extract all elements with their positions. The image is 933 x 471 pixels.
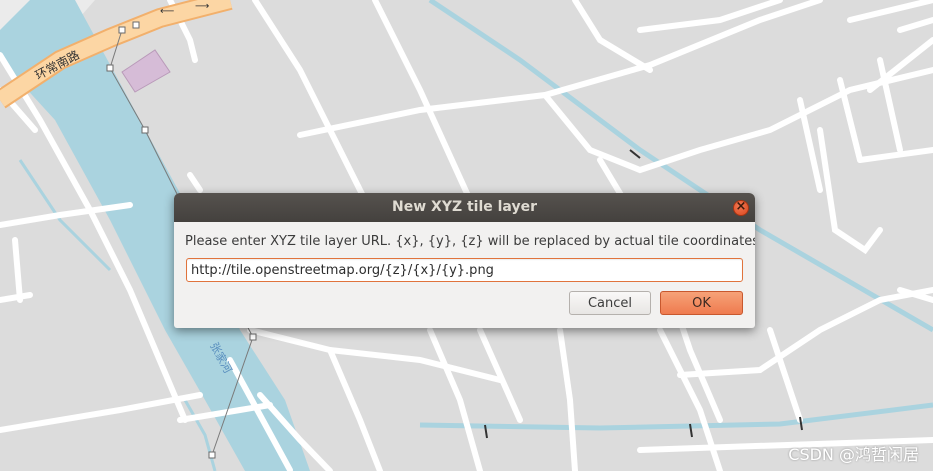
- ok-button[interactable]: OK: [660, 291, 743, 315]
- url-input[interactable]: [186, 258, 743, 282]
- close-icon[interactable]: ×: [733, 199, 749, 216]
- dialog-prompt: Please enter XYZ tile layer URL. {x}, {y…: [185, 234, 755, 249]
- dialog-titlebar[interactable]: New XYZ tile layer ×: [174, 193, 755, 222]
- svg-text:⟵: ⟵: [160, 6, 174, 17]
- new-xyz-tile-layer-dialog: New XYZ tile layer × Please enter XYZ ti…: [174, 193, 755, 328]
- cancel-button[interactable]: Cancel: [569, 291, 651, 315]
- watermark: CSDN @鸿哲闲居: [788, 445, 919, 464]
- svg-text:⟶: ⟶: [195, 1, 209, 12]
- dialog-title: New XYZ tile layer: [392, 199, 537, 215]
